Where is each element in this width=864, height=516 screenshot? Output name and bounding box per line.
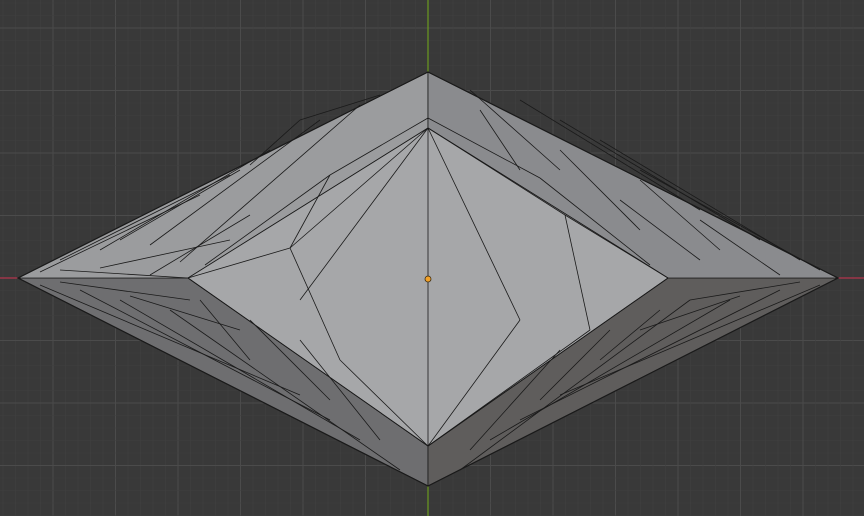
viewport-canvas[interactable] <box>0 0 864 516</box>
3d-viewport[interactable] <box>0 0 864 516</box>
origin-dot[interactable] <box>424 275 432 283</box>
